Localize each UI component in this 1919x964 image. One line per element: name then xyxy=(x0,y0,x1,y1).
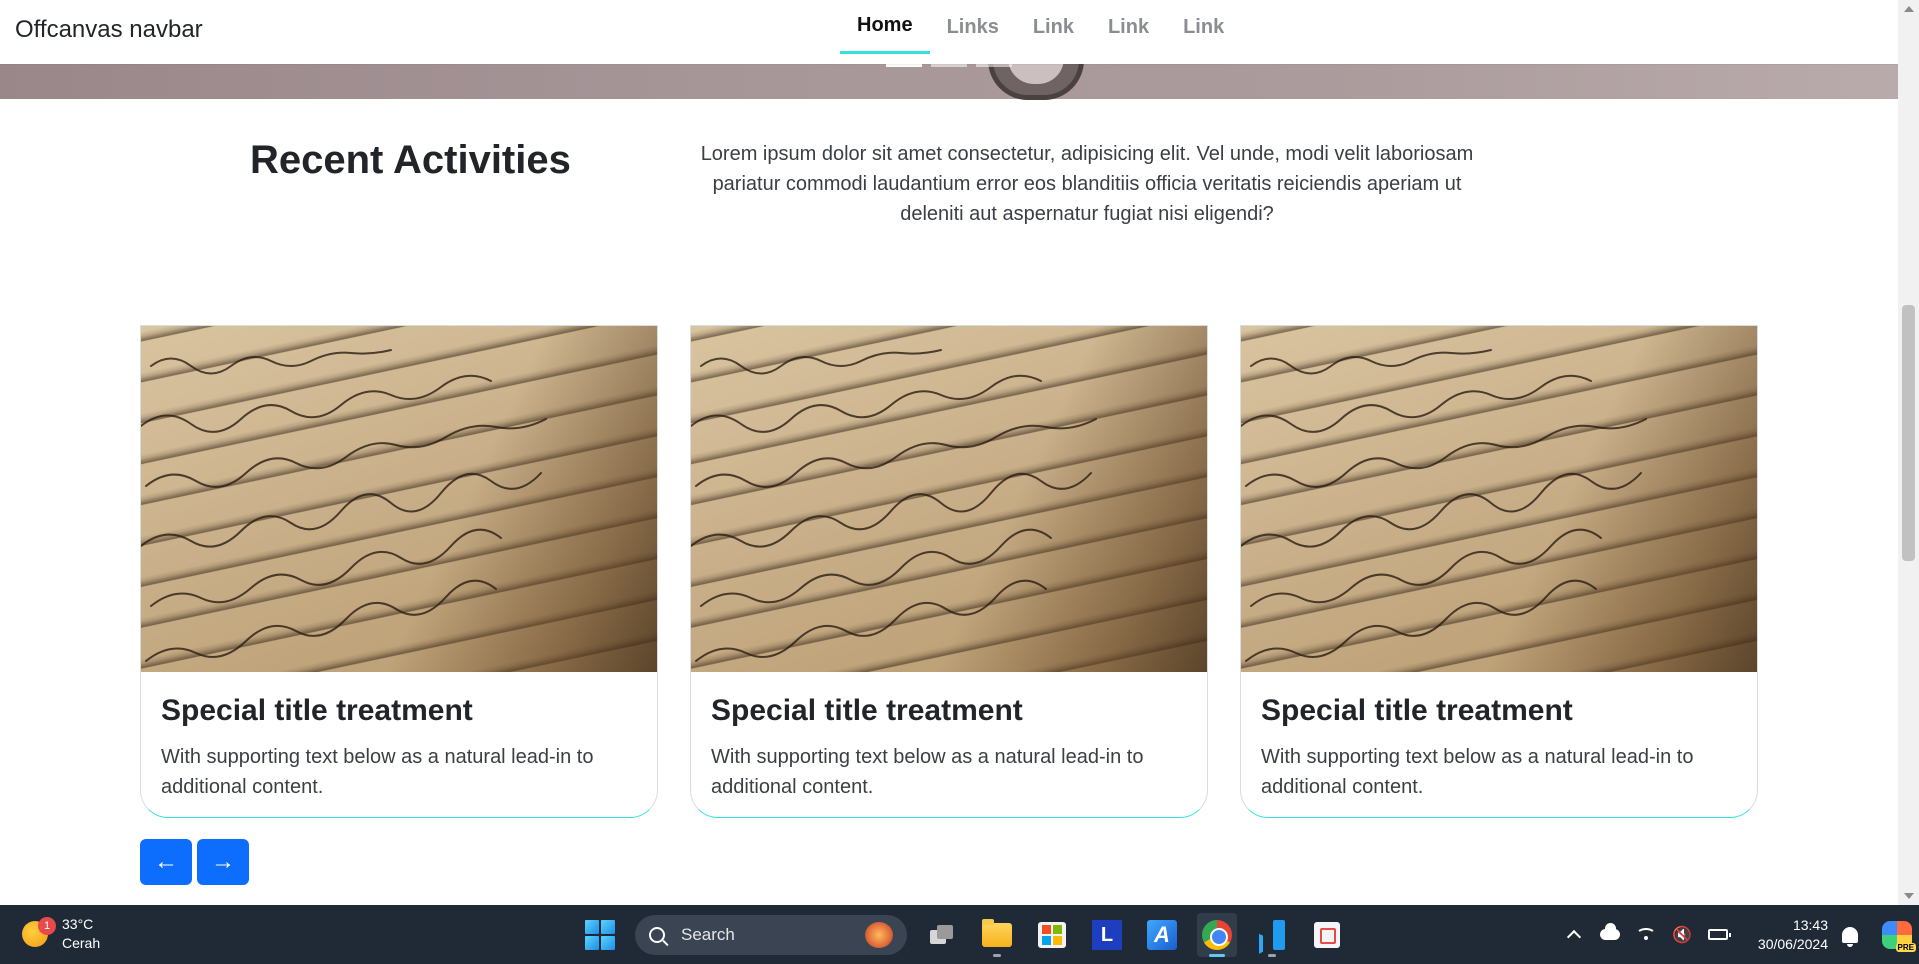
nav-link-links[interactable]: Links xyxy=(930,0,1016,54)
wifi-icon xyxy=(1636,927,1656,942)
card-image xyxy=(1241,326,1757,672)
wifi-button[interactable] xyxy=(1628,920,1664,950)
copilot-badge: PRE xyxy=(1895,942,1916,952)
carousel-indicator-1[interactable] xyxy=(886,64,922,67)
system-tray: 🔇 13:43 30/06/2024 PRE xyxy=(1556,905,1916,964)
activity-card[interactable]: Special title treatment With supporting … xyxy=(1240,325,1758,818)
scrollbar-thumb[interactable] xyxy=(1902,305,1915,561)
clock-time: 13:43 xyxy=(1792,916,1828,933)
volume-button[interactable]: 🔇 xyxy=(1664,920,1700,950)
speaker-muted-icon: 🔇 xyxy=(1672,926,1692,944)
card-text: With supporting text below as a natural … xyxy=(1261,746,1694,798)
a-app-button[interactable]: A xyxy=(1142,913,1182,957)
microsoft-store-button[interactable] xyxy=(1032,913,1072,957)
nav-link-link-2[interactable]: Link xyxy=(1091,0,1166,54)
activity-card[interactable]: Special title treatment With supporting … xyxy=(140,325,658,818)
section-description: Lorem ipsum dolor sit amet consectetur, … xyxy=(700,143,1474,225)
l-app-button[interactable]: L xyxy=(1087,913,1127,957)
page-scrollbar[interactable] xyxy=(1898,0,1919,905)
task-view-button[interactable] xyxy=(922,913,962,957)
arrow-right-icon: → xyxy=(211,848,235,875)
task-view-icon xyxy=(930,925,954,945)
card-title: Special title treatment xyxy=(1261,694,1573,727)
taskbar-apps: Search L A xyxy=(582,913,1347,957)
folder-icon xyxy=(982,919,1012,947)
carousel-next-button[interactable]: → xyxy=(197,839,249,885)
scroll-down-icon[interactable] xyxy=(1904,893,1914,899)
snipping-tool-icon xyxy=(1314,922,1340,948)
onedrive-button[interactable] xyxy=(1592,920,1628,950)
notification-bell-icon[interactable] xyxy=(1842,926,1858,947)
taskbar-search[interactable]: Search xyxy=(635,915,907,955)
weather-badge: 1 xyxy=(38,917,56,935)
clock-date: 30/06/2024 xyxy=(1757,935,1828,952)
carousel-indicator-3[interactable] xyxy=(976,64,1012,67)
navbar-brand[interactable]: Offcanvas navbar xyxy=(15,16,203,44)
taskbar-clock[interactable]: 13:43 30/06/2024 xyxy=(1746,916,1828,954)
battery-button[interactable] xyxy=(1700,920,1736,950)
show-hidden-icons-button[interactable] xyxy=(1556,920,1592,950)
carousel-prev-button[interactable]: ← xyxy=(140,839,192,885)
nav-links: Home Links Link Link Link xyxy=(840,0,1241,64)
windows-start-icon[interactable] xyxy=(585,920,615,950)
navbar: Offcanvas navbar Home Links Link Link Li… xyxy=(0,0,1898,64)
arrow-left-icon: ← xyxy=(154,848,178,875)
file-explorer-button[interactable] xyxy=(977,913,1017,957)
search-label: Search xyxy=(681,925,735,944)
cloud-icon xyxy=(1600,923,1620,940)
nav-link-link-3[interactable]: Link xyxy=(1166,0,1241,54)
search-icon xyxy=(649,927,665,943)
card-image xyxy=(141,326,657,672)
nav-link-home[interactable]: Home xyxy=(840,0,930,54)
search-highlight-icon xyxy=(865,922,893,948)
chrome-button[interactable] xyxy=(1197,913,1237,957)
section-title: Recent Activities xyxy=(250,138,571,182)
chrome-icon xyxy=(1202,920,1232,950)
copilot-icon[interactable]: PRE xyxy=(1882,920,1916,952)
card-title: Special title treatment xyxy=(161,694,473,727)
weather-sun-icon: 1 xyxy=(22,917,56,947)
weather-condition: Cerah xyxy=(62,935,101,951)
a-app-icon: A xyxy=(1147,920,1177,950)
snipping-tool-button[interactable] xyxy=(1307,913,1347,957)
vscode-button[interactable] xyxy=(1252,913,1292,957)
windows-taskbar: 1 33°C Cerah Search L A 🔇 13:43 30/06/20… xyxy=(0,905,1919,964)
activity-card[interactable]: Special title treatment With supporting … xyxy=(690,325,1208,818)
weather-temperature: 33°C xyxy=(62,916,94,932)
nav-link-link-1[interactable]: Link xyxy=(1016,0,1091,54)
scroll-up-icon[interactable] xyxy=(1904,6,1914,12)
vscode-icon xyxy=(1257,920,1287,950)
l-app-icon: L xyxy=(1092,920,1122,950)
card-title: Special title treatment xyxy=(711,694,1023,727)
card-image xyxy=(691,326,1207,672)
weather-widget[interactable]: 1 33°C Cerah xyxy=(22,915,100,953)
card-text: With supporting text below as a natural … xyxy=(711,746,1144,798)
store-icon xyxy=(1038,922,1066,948)
battery-icon xyxy=(1708,929,1731,940)
carousel-indicator-2[interactable] xyxy=(931,64,967,67)
chevron-up-icon xyxy=(1566,929,1582,945)
card-text: With supporting text below as a natural … xyxy=(161,746,594,798)
